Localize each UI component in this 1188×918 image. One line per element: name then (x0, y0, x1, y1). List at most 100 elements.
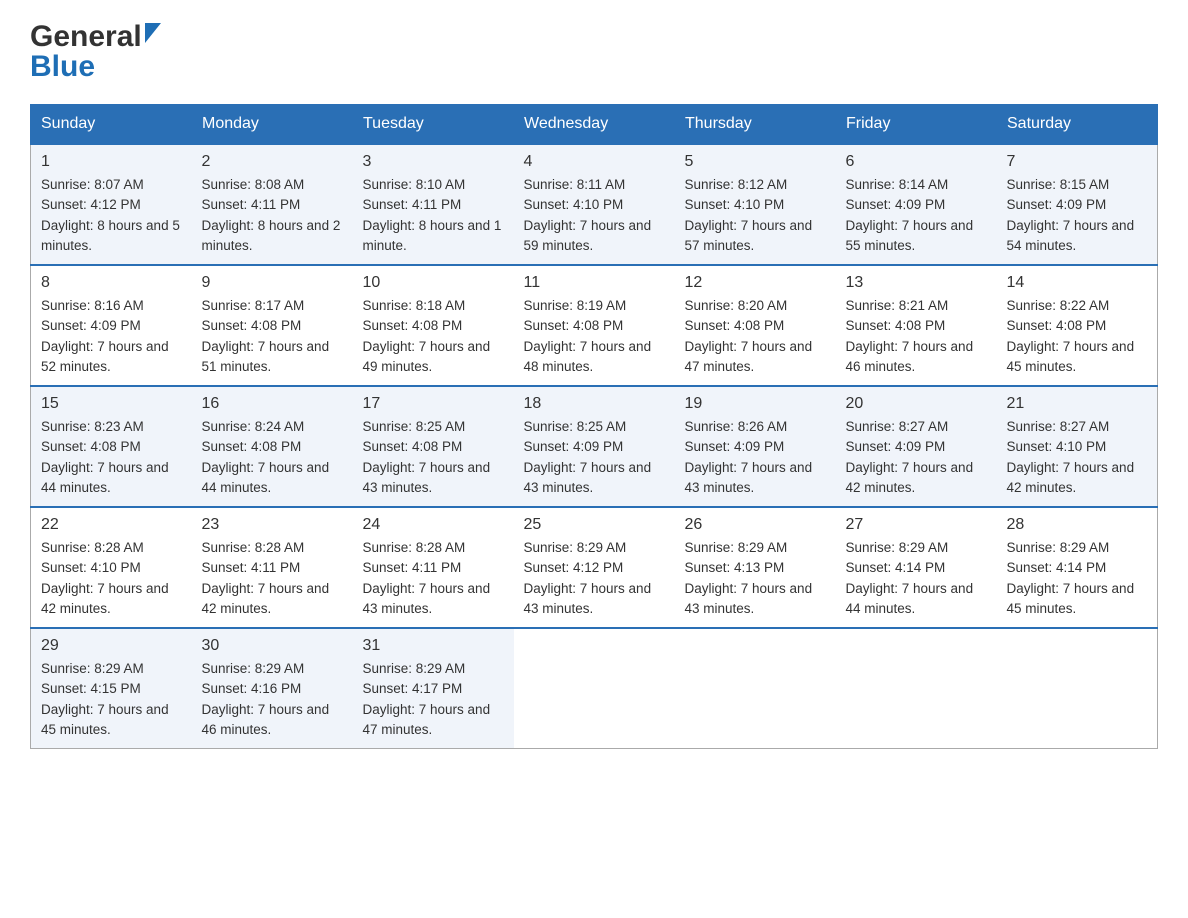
day-info: Sunrise: 8:24 AMSunset: 4:08 PMDaylight:… (202, 419, 330, 495)
day-number: 22 (41, 516, 182, 534)
week-row-5: 29 Sunrise: 8:29 AMSunset: 4:15 PMDaylig… (31, 628, 1158, 749)
day-info: Sunrise: 8:11 AMSunset: 4:10 PMDaylight:… (524, 177, 652, 253)
day-number: 13 (846, 274, 987, 292)
day-info: Sunrise: 8:29 AMSunset: 4:12 PMDaylight:… (524, 540, 652, 616)
day-number: 9 (202, 274, 343, 292)
day-info: Sunrise: 8:25 AMSunset: 4:08 PMDaylight:… (363, 419, 491, 495)
day-info: Sunrise: 8:29 AMSunset: 4:17 PMDaylight:… (363, 661, 491, 737)
day-info: Sunrise: 8:14 AMSunset: 4:09 PMDaylight:… (846, 177, 974, 253)
day-number: 11 (524, 274, 665, 292)
day-number: 18 (524, 395, 665, 413)
day-number: 17 (363, 395, 504, 413)
day-cell: 17 Sunrise: 8:25 AMSunset: 4:08 PMDaylig… (353, 386, 514, 507)
day-info: Sunrise: 8:10 AMSunset: 4:11 PMDaylight:… (363, 177, 502, 253)
day-cell: 29 Sunrise: 8:29 AMSunset: 4:15 PMDaylig… (31, 628, 192, 749)
day-info: Sunrise: 8:27 AMSunset: 4:10 PMDaylight:… (1007, 419, 1135, 495)
day-cell: 13 Sunrise: 8:21 AMSunset: 4:08 PMDaylig… (836, 265, 997, 386)
col-header-thursday: Thursday (675, 105, 836, 145)
day-cell: 16 Sunrise: 8:24 AMSunset: 4:08 PMDaylig… (192, 386, 353, 507)
day-info: Sunrise: 8:16 AMSunset: 4:09 PMDaylight:… (41, 298, 169, 374)
calendar-table: SundayMondayTuesdayWednesdayThursdayFrid… (30, 104, 1158, 749)
day-cell: 26 Sunrise: 8:29 AMSunset: 4:13 PMDaylig… (675, 507, 836, 628)
day-number: 27 (846, 516, 987, 534)
day-cell: 20 Sunrise: 8:27 AMSunset: 4:09 PMDaylig… (836, 386, 997, 507)
day-number: 15 (41, 395, 182, 413)
day-number: 19 (685, 395, 826, 413)
day-info: Sunrise: 8:12 AMSunset: 4:10 PMDaylight:… (685, 177, 813, 253)
day-number: 3 (363, 153, 504, 171)
day-info: Sunrise: 8:07 AMSunset: 4:12 PMDaylight:… (41, 177, 180, 253)
day-cell: 3 Sunrise: 8:10 AMSunset: 4:11 PMDayligh… (353, 144, 514, 265)
day-number: 24 (363, 516, 504, 534)
day-cell (836, 628, 997, 749)
day-info: Sunrise: 8:17 AMSunset: 4:08 PMDaylight:… (202, 298, 330, 374)
day-info: Sunrise: 8:15 AMSunset: 4:09 PMDaylight:… (1007, 177, 1135, 253)
day-number: 25 (524, 516, 665, 534)
col-header-tuesday: Tuesday (353, 105, 514, 145)
day-number: 23 (202, 516, 343, 534)
day-info: Sunrise: 8:21 AMSunset: 4:08 PMDaylight:… (846, 298, 974, 374)
day-info: Sunrise: 8:28 AMSunset: 4:11 PMDaylight:… (202, 540, 330, 616)
day-number: 4 (524, 153, 665, 171)
day-number: 30 (202, 637, 343, 655)
day-info: Sunrise: 8:26 AMSunset: 4:09 PMDaylight:… (685, 419, 813, 495)
logo: General Blue (30, 20, 161, 84)
day-number: 21 (1007, 395, 1148, 413)
day-cell: 27 Sunrise: 8:29 AMSunset: 4:14 PMDaylig… (836, 507, 997, 628)
day-info: Sunrise: 8:29 AMSunset: 4:14 PMDaylight:… (846, 540, 974, 616)
day-number: 26 (685, 516, 826, 534)
day-info: Sunrise: 8:19 AMSunset: 4:08 PMDaylight:… (524, 298, 652, 374)
day-number: 14 (1007, 274, 1148, 292)
day-info: Sunrise: 8:29 AMSunset: 4:16 PMDaylight:… (202, 661, 330, 737)
logo-blue: Blue (30, 50, 161, 84)
day-number: 2 (202, 153, 343, 171)
day-info: Sunrise: 8:29 AMSunset: 4:15 PMDaylight:… (41, 661, 169, 737)
day-cell: 31 Sunrise: 8:29 AMSunset: 4:17 PMDaylig… (353, 628, 514, 749)
col-header-wednesday: Wednesday (514, 105, 675, 145)
col-header-sunday: Sunday (31, 105, 192, 145)
week-row-3: 15 Sunrise: 8:23 AMSunset: 4:08 PMDaylig… (31, 386, 1158, 507)
day-cell (997, 628, 1158, 749)
day-info: Sunrise: 8:22 AMSunset: 4:08 PMDaylight:… (1007, 298, 1135, 374)
day-cell: 2 Sunrise: 8:08 AMSunset: 4:11 PMDayligh… (192, 144, 353, 265)
day-number: 5 (685, 153, 826, 171)
week-row-1: 1 Sunrise: 8:07 AMSunset: 4:12 PMDayligh… (31, 144, 1158, 265)
page-header: General Blue (30, 20, 1158, 84)
col-header-saturday: Saturday (997, 105, 1158, 145)
week-row-2: 8 Sunrise: 8:16 AMSunset: 4:09 PMDayligh… (31, 265, 1158, 386)
day-cell: 15 Sunrise: 8:23 AMSunset: 4:08 PMDaylig… (31, 386, 192, 507)
day-cell: 28 Sunrise: 8:29 AMSunset: 4:14 PMDaylig… (997, 507, 1158, 628)
day-info: Sunrise: 8:08 AMSunset: 4:11 PMDaylight:… (202, 177, 341, 253)
day-number: 10 (363, 274, 504, 292)
day-cell: 21 Sunrise: 8:27 AMSunset: 4:10 PMDaylig… (997, 386, 1158, 507)
logo-triangle-icon (145, 23, 161, 43)
day-cell: 14 Sunrise: 8:22 AMSunset: 4:08 PMDaylig… (997, 265, 1158, 386)
day-cell (514, 628, 675, 749)
day-cell: 18 Sunrise: 8:25 AMSunset: 4:09 PMDaylig… (514, 386, 675, 507)
day-cell: 24 Sunrise: 8:28 AMSunset: 4:11 PMDaylig… (353, 507, 514, 628)
day-cell: 30 Sunrise: 8:29 AMSunset: 4:16 PMDaylig… (192, 628, 353, 749)
day-info: Sunrise: 8:28 AMSunset: 4:10 PMDaylight:… (41, 540, 169, 616)
day-info: Sunrise: 8:28 AMSunset: 4:11 PMDaylight:… (363, 540, 491, 616)
day-cell: 5 Sunrise: 8:12 AMSunset: 4:10 PMDayligh… (675, 144, 836, 265)
day-cell: 25 Sunrise: 8:29 AMSunset: 4:12 PMDaylig… (514, 507, 675, 628)
header-row: SundayMondayTuesdayWednesdayThursdayFrid… (31, 105, 1158, 145)
day-cell: 10 Sunrise: 8:18 AMSunset: 4:08 PMDaylig… (353, 265, 514, 386)
day-cell: 4 Sunrise: 8:11 AMSunset: 4:10 PMDayligh… (514, 144, 675, 265)
day-info: Sunrise: 8:18 AMSunset: 4:08 PMDaylight:… (363, 298, 491, 374)
day-info: Sunrise: 8:25 AMSunset: 4:09 PMDaylight:… (524, 419, 652, 495)
day-cell: 22 Sunrise: 8:28 AMSunset: 4:10 PMDaylig… (31, 507, 192, 628)
day-info: Sunrise: 8:27 AMSunset: 4:09 PMDaylight:… (846, 419, 974, 495)
day-number: 31 (363, 637, 504, 655)
day-number: 6 (846, 153, 987, 171)
day-cell: 23 Sunrise: 8:28 AMSunset: 4:11 PMDaylig… (192, 507, 353, 628)
day-info: Sunrise: 8:29 AMSunset: 4:13 PMDaylight:… (685, 540, 813, 616)
week-row-4: 22 Sunrise: 8:28 AMSunset: 4:10 PMDaylig… (31, 507, 1158, 628)
day-cell: 9 Sunrise: 8:17 AMSunset: 4:08 PMDayligh… (192, 265, 353, 386)
day-number: 16 (202, 395, 343, 413)
col-header-friday: Friday (836, 105, 997, 145)
day-cell: 7 Sunrise: 8:15 AMSunset: 4:09 PMDayligh… (997, 144, 1158, 265)
day-number: 1 (41, 153, 182, 171)
day-cell: 8 Sunrise: 8:16 AMSunset: 4:09 PMDayligh… (31, 265, 192, 386)
day-cell: 19 Sunrise: 8:26 AMSunset: 4:09 PMDaylig… (675, 386, 836, 507)
